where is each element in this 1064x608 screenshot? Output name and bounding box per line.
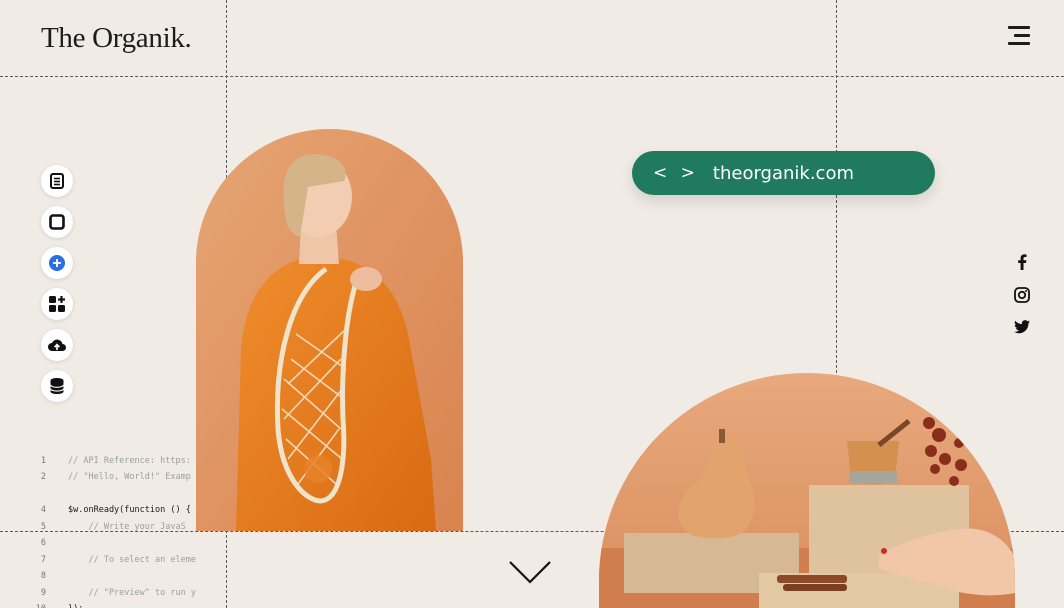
instagram-icon[interactable] — [1013, 286, 1031, 304]
code-icon: < > — [653, 163, 699, 183]
guide-line-top — [0, 76, 1064, 77]
hero-photo-arch — [196, 129, 463, 531]
menu-icon[interactable] — [1004, 26, 1030, 46]
site-url: theorganik.com — [712, 162, 854, 184]
code-line: 10}); — [0, 585, 84, 608]
site-url-pill[interactable]: < > theorganik.com — [632, 151, 935, 195]
code-editor[interactable]: 1// API Reference: https: 2// "Hello, Wo… — [0, 436, 196, 608]
apps-add-icon[interactable] — [41, 288, 73, 320]
site-logo[interactable]: The Organik. — [41, 22, 192, 55]
add-circle-icon[interactable] — [41, 247, 73, 279]
cloud-upload-icon[interactable] — [41, 329, 73, 361]
chevron-down-icon[interactable] — [508, 558, 552, 586]
still-life-photo-dome — [599, 373, 1015, 608]
twitter-icon[interactable] — [1013, 318, 1031, 336]
database-icon[interactable] — [41, 370, 73, 402]
facebook-icon[interactable] — [1013, 253, 1031, 271]
square-icon[interactable] — [41, 206, 73, 238]
page-icon[interactable] — [41, 165, 73, 197]
